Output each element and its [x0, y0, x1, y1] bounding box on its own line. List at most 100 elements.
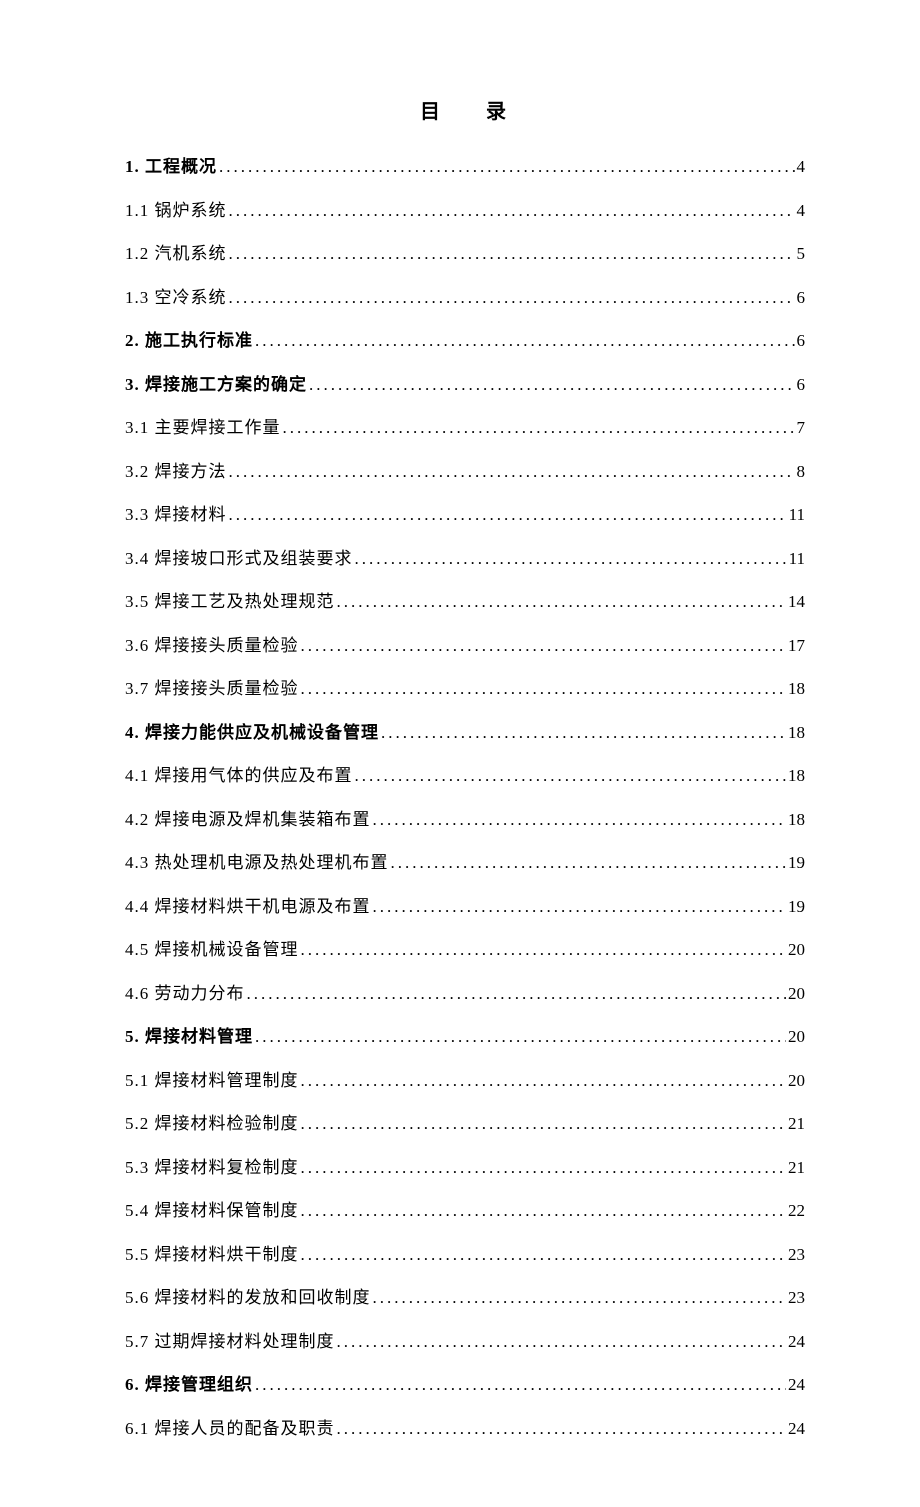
toc-leader-dots — [389, 853, 787, 873]
toc-entry-label: 3.1 主要焊接工作量 — [125, 413, 281, 438]
toc-entry: 4.5 焊接机械设备管理20 — [125, 935, 805, 960]
toc-entry-page: 19 — [788, 853, 805, 873]
toc-entry-label: 5.5 焊接材料烘干制度 — [125, 1240, 299, 1265]
toc-leader-dots — [307, 375, 795, 395]
toc-entry-label: 5.3 焊接材料复检制度 — [125, 1153, 299, 1178]
toc-entry-page: 4 — [797, 157, 806, 177]
toc-entry-page: 18 — [788, 679, 805, 699]
page-title: 目录 — [125, 95, 805, 124]
toc-entry: 3.6 焊接接头质量检验17 — [125, 631, 805, 656]
toc-leader-dots — [353, 549, 787, 569]
toc-entry-label: 3.5 焊接工艺及热处理规范 — [125, 587, 335, 612]
toc-entry-page: 11 — [789, 505, 805, 525]
toc-entry-page: 5 — [797, 244, 806, 264]
toc-entry-page: 19 — [788, 897, 805, 917]
toc-entry-label: 3.2 焊接方法 — [125, 457, 227, 482]
toc-entry-page: 23 — [788, 1288, 805, 1308]
toc-entry-page: 24 — [788, 1419, 805, 1439]
toc-entry: 3.2 焊接方法 8 — [125, 457, 805, 482]
toc-entry-label: 4.4 焊接材料烘干机电源及布置 — [125, 892, 371, 917]
toc-entry: 4.3 热处理机电源及热处理机布置19 — [125, 848, 805, 873]
toc-entry-page: 14 — [788, 592, 805, 612]
toc-entry-page: 20 — [788, 1071, 805, 1091]
toc-leader-dots — [371, 1288, 787, 1308]
toc-leader-dots — [353, 766, 787, 786]
toc-entry: 5. 焊接材料管理 20 — [125, 1022, 805, 1047]
toc-entry-label: 1.3 空冷系统 — [125, 283, 227, 308]
toc-entry: 6.1 焊接人员的配备及职责 24 — [125, 1414, 805, 1439]
toc-entry-page: 23 — [788, 1245, 805, 1265]
toc-leader-dots — [379, 723, 786, 743]
toc-entry: 3.7 焊接接头质量检验 18 — [125, 674, 805, 699]
toc-entry-page: 17 — [788, 636, 805, 656]
toc-entry-label: 5.4 焊接材料保管制度 — [125, 1196, 299, 1221]
toc-entry: 5.3 焊接材料复检制度21 — [125, 1153, 805, 1178]
toc-leader-dots — [227, 505, 787, 525]
toc-entry-label: 5.7 过期焊接材料处理制度 — [125, 1327, 335, 1352]
toc-entry-label: 4.6 劳动力分布 — [125, 979, 245, 1004]
toc-entry-page: 7 — [797, 418, 806, 438]
toc-entry: 5.7 过期焊接材料处理制度 24 — [125, 1327, 805, 1352]
toc-entry: 1.2 汽机系统 5 — [125, 239, 805, 264]
toc-entry-label: 1.1 锅炉系统 — [125, 196, 227, 221]
toc-leader-dots — [299, 679, 787, 699]
toc-entry-label: 6. 焊接管理组织 — [125, 1370, 253, 1395]
toc-entry-label: 5. 焊接材料管理 — [125, 1022, 253, 1047]
toc-entry: 5.6 焊接材料的发放和回收制度 23 — [125, 1283, 805, 1308]
toc-leader-dots — [217, 157, 795, 177]
toc-entry: 4.6 劳动力分布 20 — [125, 979, 805, 1004]
toc-entry-label: 1.2 汽机系统 — [125, 239, 227, 264]
toc-entry: 3.4 焊接坡口形式及组装要求 11 — [125, 544, 805, 569]
toc-entry-label: 1. 工程概况 — [125, 152, 217, 177]
toc-leader-dots — [299, 636, 787, 656]
toc-leader-dots — [227, 201, 795, 221]
toc-leader-dots — [299, 1201, 787, 1221]
toc-entry: 5.1 焊接材料管理制度 20 — [125, 1066, 805, 1091]
toc-entry-page: 6 — [797, 331, 806, 351]
toc-entry-page: 8 — [797, 462, 806, 482]
toc-entry: 1. 工程概况 4 — [125, 152, 805, 177]
toc-entry-page: 6 — [797, 288, 806, 308]
toc-entry-page: 18 — [788, 766, 805, 786]
toc-entry-page: 21 — [788, 1114, 805, 1134]
toc-entry-page: 20 — [788, 1027, 805, 1047]
toc-entry-label: 3. 焊接施工方案的确定 — [125, 370, 307, 395]
toc-entry: 1.3 空冷系统 6 — [125, 283, 805, 308]
toc-entry-label: 4. 焊接力能供应及机械设备管理 — [125, 718, 379, 743]
toc-entry: 5.2 焊接材料检验制度 21 — [125, 1109, 805, 1134]
toc-entry-page: 11 — [789, 549, 805, 569]
toc-leader-dots — [253, 331, 795, 351]
toc-entry: 4. 焊接力能供应及机械设备管理18 — [125, 718, 805, 743]
title-right: 录 — [486, 101, 510, 123]
toc-entry-label: 6.1 焊接人员的配备及职责 — [125, 1414, 335, 1439]
toc-entry-label: 5.6 焊接材料的发放和回收制度 — [125, 1283, 371, 1308]
toc-leader-dots — [335, 592, 787, 612]
toc-entry-page: 20 — [788, 984, 805, 1004]
toc-entry-page: 20 — [788, 940, 805, 960]
toc-entry-label: 5.2 焊接材料检验制度 — [125, 1109, 299, 1134]
toc-leader-dots — [281, 418, 795, 438]
toc-entry: 5.5 焊接材料烘干制度 23 — [125, 1240, 805, 1265]
toc-entry: 4.2 焊接电源及焊机集装箱布置18 — [125, 805, 805, 830]
toc-entry-label: 4.2 焊接电源及焊机集装箱布置 — [125, 805, 371, 830]
toc-leader-dots — [371, 810, 787, 830]
toc-leader-dots — [299, 1158, 787, 1178]
toc-leader-dots — [299, 1071, 787, 1091]
toc-entry-label: 3.4 焊接坡口形式及组装要求 — [125, 544, 353, 569]
toc-entry: 2. 施工执行标准 6 — [125, 326, 805, 351]
toc-entry-label: 5.1 焊接材料管理制度 — [125, 1066, 299, 1091]
toc-entry-page: 24 — [788, 1375, 805, 1395]
toc-entry-page: 24 — [788, 1332, 805, 1352]
toc-entry-label: 2. 施工执行标准 — [125, 326, 253, 351]
toc-entry-page: 4 — [797, 201, 806, 221]
toc-leader-dots — [299, 1114, 787, 1134]
table-of-contents: 1. 工程概况41.1 锅炉系统41.2 汽机系统51.3 空冷系统62. 施工… — [125, 152, 805, 1439]
toc-entry-label: 3.7 焊接接头质量检验 — [125, 674, 299, 699]
toc-entry: 3. 焊接施工方案的确定 6 — [125, 370, 805, 395]
toc-leader-dots — [227, 462, 795, 482]
toc-entry: 3.1 主要焊接工作量 7 — [125, 413, 805, 438]
toc-leader-dots — [299, 940, 787, 960]
toc-leader-dots — [299, 1245, 787, 1265]
toc-entry-page: 6 — [797, 375, 806, 395]
toc-entry: 4.4 焊接材料烘干机电源及布置 19 — [125, 892, 805, 917]
